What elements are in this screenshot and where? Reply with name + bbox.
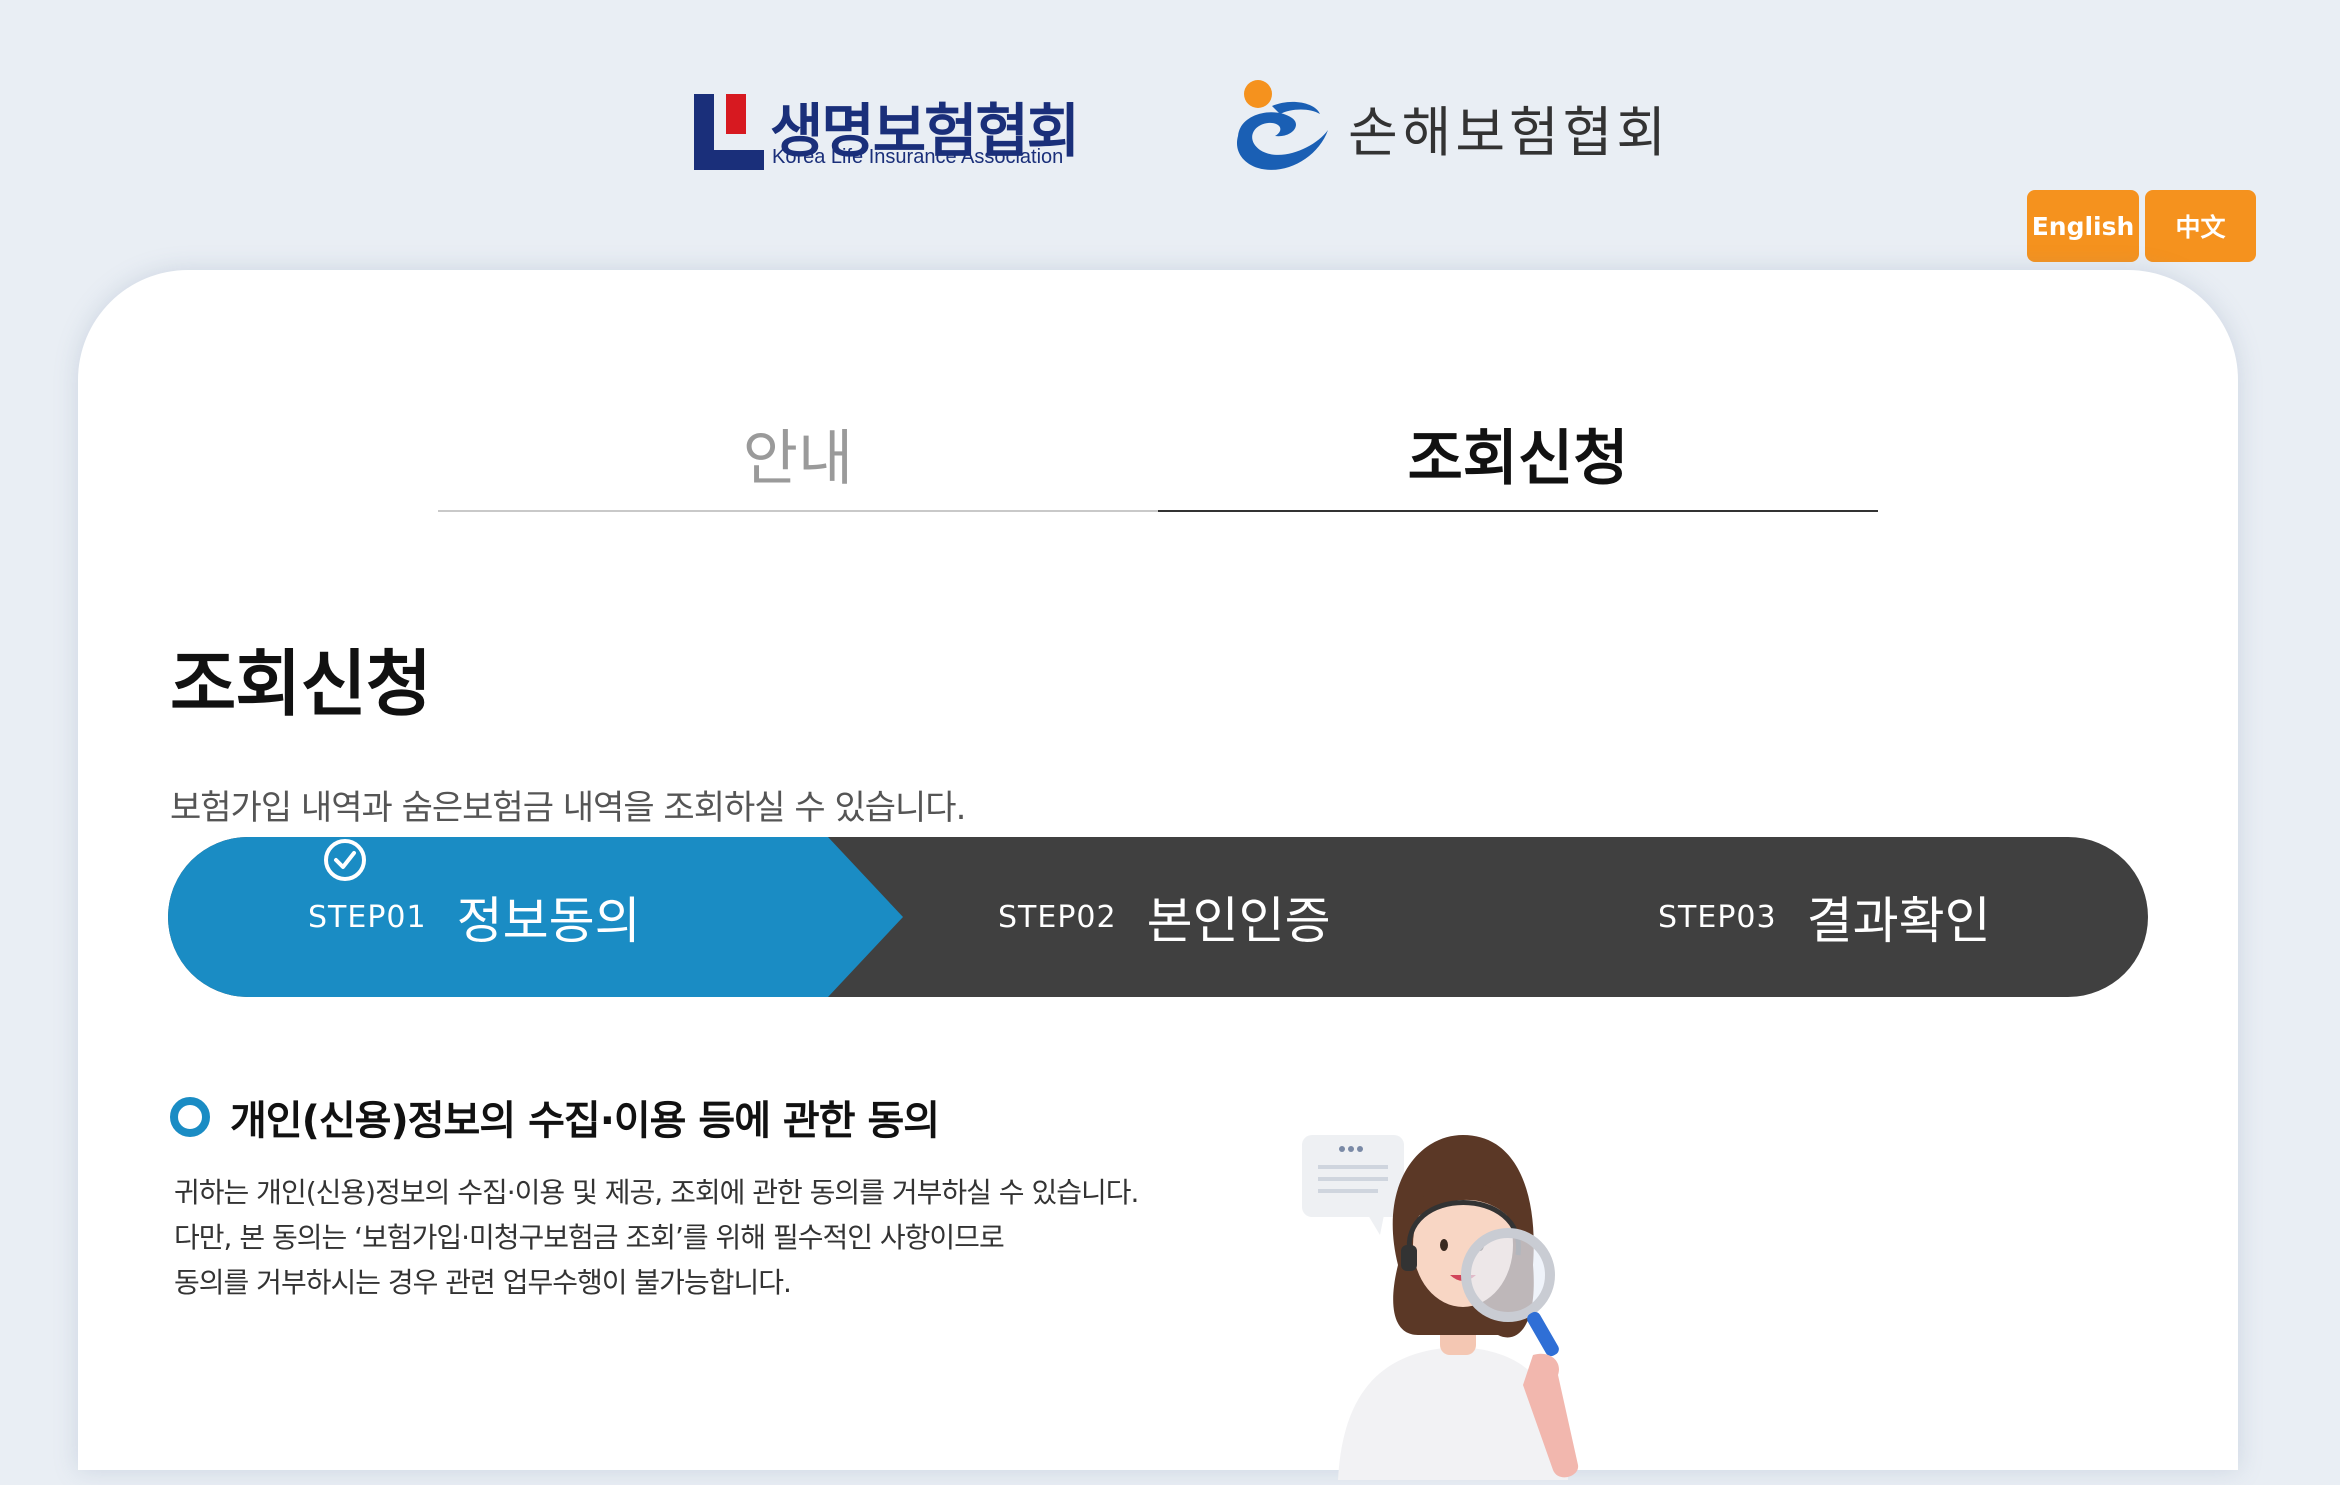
page-description: 보험가입 내역과 숨은보험금 내역을 조회하실 수 있습니다. <box>170 788 966 828</box>
step-2-label: 본인인증 <box>1146 892 1331 950</box>
step-3: STEP03 결과확인 <box>1658 837 1991 997</box>
gia-logo[interactable]: 손해보험협회 <box>1230 78 1666 173</box>
consent-line-2: 다만, 본 동의는 ‘보험가입·미청구보험금 조회’를 위해 필수적인 사항이므… <box>174 1221 1005 1254</box>
header: 생명보험협회 Korea Life Insurance Association … <box>0 0 2340 270</box>
consent-line-1: 귀하는 개인(신용)정보의 수집·이용 및 제공, 조회에 관한 동의를 거부하… <box>174 1176 1139 1209</box>
chat-bubble-icon <box>1302 1135 1404 1235</box>
gia-logo-icon <box>1236 80 1328 170</box>
step-1-number: STEP01 <box>308 899 427 935</box>
bullet-ring-icon <box>170 1097 210 1137</box>
main-card: 안내 조회신청 조회신청 보험가입 내역과 숨은보험금 내역을 조회하실 수 있… <box>78 270 2238 1480</box>
check-circle-icon <box>324 839 366 881</box>
klia-english-name: Korea Life Insurance Association <box>772 146 1064 168</box>
consent-line-3: 동의를 거부하시는 경우 관련 업무수행이 불가능합니다. <box>174 1266 792 1299</box>
step-3-number: STEP03 <box>1658 899 1777 935</box>
step-2-number: STEP02 <box>998 899 1117 935</box>
tab-bar: 안내 조회신청 <box>438 410 1878 512</box>
klia-logo[interactable]: 생명보험협회 Korea Life Insurance Association <box>694 90 1080 174</box>
english-button[interactable]: English <box>2027 190 2139 262</box>
consent-title-text: 개인(신용)정보의 수집·이용 등에 관한 동의 <box>230 1098 940 1144</box>
consent-description: 귀하는 개인(신용)정보의 수집·이용 및 제공, 조회에 관한 동의를 거부하… <box>174 1170 1139 1305</box>
step-1: STEP01 정보동의 <box>308 837 641 997</box>
agent-magnifier-illustration <box>1302 1135 1579 1480</box>
consent-section-title: 개인(신용)정보의 수집·이용 등에 관한 동의 <box>170 1088 940 1146</box>
gia-name: 손해보험협회 <box>1348 101 1671 164</box>
step-progress: STEP01 정보동의 STEP02 본인인증 STEP03 결과확인 <box>168 837 2148 997</box>
klia-logo-icon <box>694 94 764 170</box>
chinese-button[interactable]: 中文 <box>2145 190 2256 262</box>
step-2: STEP02 본인인증 <box>998 837 1331 997</box>
tab-apply[interactable]: 조회신청 <box>1158 410 1878 512</box>
step-3-label: 결과확인 <box>1806 892 1991 950</box>
page-title: 조회신청 <box>170 642 432 726</box>
step-1-label: 정보동의 <box>456 892 641 950</box>
magnifier-icon <box>1461 1228 1559 1357</box>
tab-guide[interactable]: 안내 <box>438 410 1158 512</box>
